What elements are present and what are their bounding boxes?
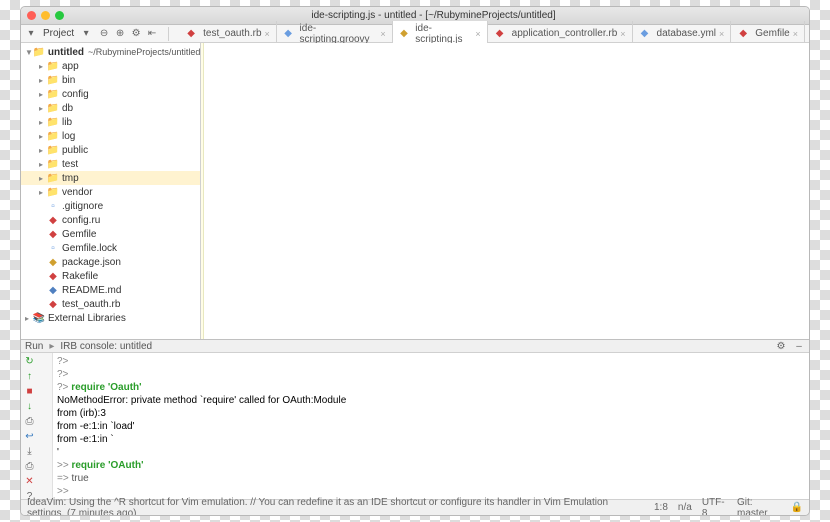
divider [168, 27, 169, 41]
close-tab-icon[interactable]: × [475, 29, 480, 39]
gear-icon[interactable]: ⚙ [130, 28, 142, 40]
cursor-position: 1:8 [654, 502, 668, 513]
console-line: => true [57, 472, 805, 485]
git-branch[interactable]: Git: master [737, 497, 781, 517]
toolbar-icons: ⊖ ⊕ ⚙ ⇤ [98, 28, 158, 40]
tree-item-public[interactable]: ▸📁public [21, 143, 200, 157]
project-panel[interactable]: ▼📁untitled ~/RubymineProjects/untitled▸📁… [21, 43, 201, 339]
stop-icon[interactable]: ■ [23, 385, 36, 398]
main-split: ▼📁untitled ~/RubymineProjects/untitled▸📁… [21, 43, 809, 339]
filter-icon[interactable]: ⎙ [23, 415, 36, 428]
tree-item-db[interactable]: ▸📁db [21, 101, 200, 115]
close-tab-icon[interactable]: × [620, 29, 625, 39]
tab-label: database.yml [657, 28, 716, 39]
tree-item-test[interactable]: ▸📁test [21, 157, 200, 171]
run-body: ↻ ↑ ■ ↓ ⎙ ↩ ⤓ ⎙ ✕ ? ▶ ?> ?> ?> require '… [21, 353, 809, 516]
close-tab-icon[interactable]: × [265, 29, 270, 39]
tree-item-package-json[interactable]: ◆package.json [21, 255, 200, 269]
console-line: from (irb):3 [57, 407, 805, 420]
project-tree: ▼📁untitled ~/RubymineProjects/untitled▸📁… [21, 43, 200, 327]
project-icon: ▾ [25, 28, 37, 40]
tree-item-app[interactable]: ▸📁app [21, 59, 200, 73]
close-tab-icon[interactable]: × [719, 29, 724, 39]
target-icon[interactable]: ⊕ [114, 28, 126, 40]
hide-icon[interactable]: ⇤ [146, 28, 158, 40]
tab-label: application_controller.rb [512, 28, 618, 39]
tree-item-config-ru[interactable]: ◆config.ru [21, 213, 200, 227]
settings-icon[interactable]: ⚙ [775, 340, 787, 352]
tree-item-log[interactable]: ▸📁log [21, 129, 200, 143]
tab-label: test_oauth.rb [203, 28, 261, 39]
up-icon[interactable]: ↑ [23, 370, 36, 383]
scroll-icon[interactable]: ⤓ [23, 445, 36, 458]
editor-area [201, 43, 809, 339]
collapse-icon[interactable]: ⊖ [98, 28, 110, 40]
tree-item--gitignore[interactable]: ▫.gitignore [21, 199, 200, 213]
editor[interactable] [201, 43, 809, 339]
encoding[interactable]: UTF-8 [702, 497, 727, 517]
statusbar: IdeaVim: Using the ^R shortcut for Vim e… [21, 499, 809, 515]
console-line: NoMethodError: private method `require' … [57, 394, 805, 407]
gutter [201, 43, 204, 339]
window-title: ide-scripting.js - untitled - [~/Rubymin… [64, 10, 803, 21]
zoom-icon[interactable] [55, 11, 64, 20]
tree-item-lib[interactable]: ▸📁lib [21, 115, 200, 129]
window-controls [27, 11, 64, 20]
close-tab-icon[interactable]: × [380, 29, 385, 39]
console-line: ?> [57, 368, 805, 381]
minimize-icon[interactable] [41, 11, 50, 20]
tree-item-README-md[interactable]: ◆README.md [21, 283, 200, 297]
project-toolbar: ▾ Project ▾ ⊖ ⊕ ⚙ ⇤ ◆ test_oauth.rb × ◆ ide-… [21, 25, 809, 43]
console[interactable]: ?> ?> ?> require 'Oauth' NoMethodError: … [53, 353, 809, 516]
tree-item-vendor[interactable]: ▸📁vendor [21, 185, 200, 199]
status-na: n/a [678, 502, 692, 513]
tree-root[interactable]: ▼📁untitled ~/RubymineProjects/untitled [21, 45, 200, 59]
file-icon: ◆ [185, 29, 197, 39]
console-line: from -e:1:in `load' [57, 420, 805, 433]
run-tab[interactable]: Run [25, 341, 43, 352]
close-icon[interactable] [27, 11, 36, 20]
tab-label: Gemfile [755, 28, 789, 39]
file-icon: ◆ [639, 29, 651, 39]
tree-item-tmp[interactable]: ▸📁tmp [21, 171, 200, 185]
print-icon[interactable]: ⎙ [23, 460, 36, 473]
ide-window: ide-scripting.js - untitled - [~/Rubymin… [20, 6, 810, 516]
down-icon[interactable]: ↓ [23, 400, 36, 413]
run-header: Run ▸ IRB console: untitled ⚙ – [21, 340, 809, 353]
file-icon: ◆ [737, 29, 749, 39]
tree-external-libraries[interactable]: ▸📚External Libraries [21, 311, 200, 325]
file-icon: ◆ [283, 29, 294, 39]
tab-label: ide-scripting.js [415, 23, 472, 45]
rerun-icon[interactable]: ↻ [23, 355, 36, 368]
file-icon: ◆ [399, 29, 410, 39]
tree-item-config[interactable]: ▸📁config [21, 87, 200, 101]
run-panel: Run ▸ IRB console: untitled ⚙ – ↻ ↑ ■ ↓ … [21, 339, 809, 499]
irb-console-tab[interactable]: IRB console: untitled [60, 341, 152, 352]
file-icon: ◆ [494, 29, 506, 39]
console-line: ?> [57, 355, 805, 368]
tree-item-test_oauth-rb[interactable]: ◆test_oauth.rb [21, 297, 200, 311]
console-line: ?> require 'Oauth' [57, 381, 805, 394]
tree-item-bin[interactable]: ▸📁bin [21, 73, 200, 87]
tree-item-Rakefile[interactable]: ◆Rakefile [21, 269, 200, 283]
tab-label: ide-scripting.groovy [300, 23, 378, 45]
run-tools: ↻ ↑ ■ ↓ ⎙ ↩ ⤓ ⎙ ✕ ? ▶ [21, 353, 53, 516]
clear-icon[interactable]: ✕ [23, 475, 36, 488]
dropdown-icon[interactable]: ▾ [80, 28, 92, 40]
console-line: from -e:1:in `' [57, 433, 805, 459]
soft-wrap-icon[interactable]: ↩ [23, 430, 36, 443]
tree-item-Gemfile[interactable]: ◆Gemfile [21, 227, 200, 241]
status-message: IdeaVim: Using the ^R shortcut for Vim e… [27, 497, 644, 517]
minimize-panel-icon[interactable]: – [793, 340, 805, 352]
lock-icon[interactable]: 🔒 [791, 502, 803, 513]
tree-item-Gemfile-lock[interactable]: ▫Gemfile.lock [21, 241, 200, 255]
close-tab-icon[interactable]: × [793, 29, 798, 39]
console-line: >> require 'OAuth' [57, 459, 805, 472]
project-label[interactable]: Project [43, 28, 74, 39]
